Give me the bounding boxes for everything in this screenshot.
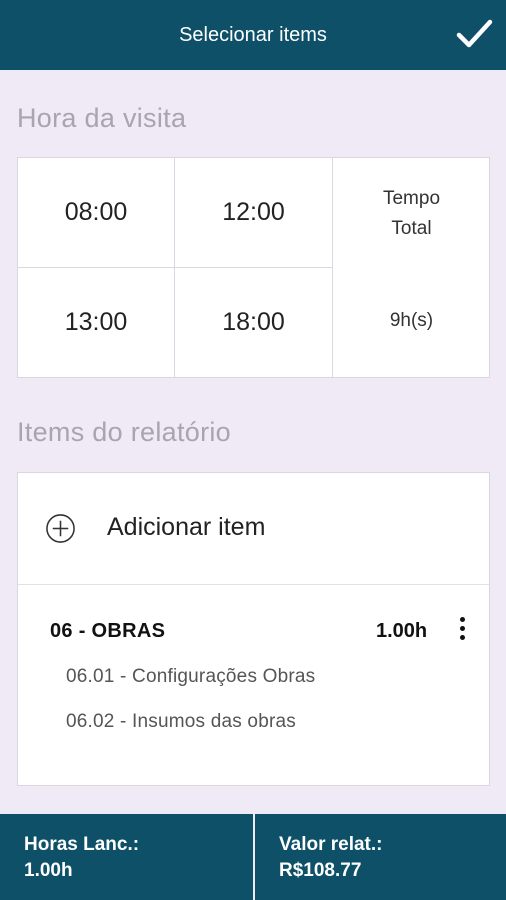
hours-launched-value: 1.00h: [24, 860, 73, 881]
report-value-amount: R$108.77: [279, 860, 362, 881]
end-time-2[interactable]: 18:00: [175, 268, 332, 377]
footer-divider: [253, 814, 255, 900]
plus-circle-icon: [46, 514, 75, 543]
check-icon[interactable]: [454, 14, 494, 54]
total-time-value: 9h(s): [389, 310, 434, 331]
total-time-label-line2: Total: [391, 218, 432, 239]
visit-time-grid: 08:00 12:00 13:00 18:00 Tempo Total 9h(s…: [17, 157, 490, 378]
list-item[interactable]: 06.01 - Configurações Obras: [66, 666, 315, 688]
hours-launched-label: Horas Lanc.:: [24, 834, 140, 855]
summary-footer: Horas Lanc.: 1.00h Valor relat.: R$108.7…: [0, 814, 506, 900]
more-vertical-icon[interactable]: [454, 615, 470, 643]
report-value-label: Valor relat.:: [279, 834, 383, 855]
divider: [18, 584, 489, 585]
visit-section-title: Hora da visita: [17, 103, 187, 133]
add-item-button[interactable]: Adicionar item: [18, 473, 489, 584]
start-time-2[interactable]: 13:00: [18, 268, 174, 377]
items-section-title: Items do relatório: [17, 417, 231, 447]
page-title: Selecionar items: [179, 24, 327, 46]
item-group-code: 06 - OBRAS: [50, 620, 166, 642]
start-time-1[interactable]: 08:00: [18, 158, 174, 267]
item-group-hours: 1.00h: [376, 620, 428, 642]
add-item-label: Adicionar item: [107, 513, 266, 541]
end-time-1[interactable]: 12:00: [175, 158, 332, 267]
report-items-card: Adicionar item 06 - OBRAS 1.00h 06.01 - …: [17, 472, 490, 786]
list-item[interactable]: 06.02 - Insumos das obras: [66, 711, 296, 733]
total-time-label-line1: Tempo: [382, 188, 441, 209]
total-time-label: Tempo Total: [333, 184, 490, 244]
grid-divider: [18, 267, 332, 268]
app-header: Selecionar items: [0, 0, 506, 70]
